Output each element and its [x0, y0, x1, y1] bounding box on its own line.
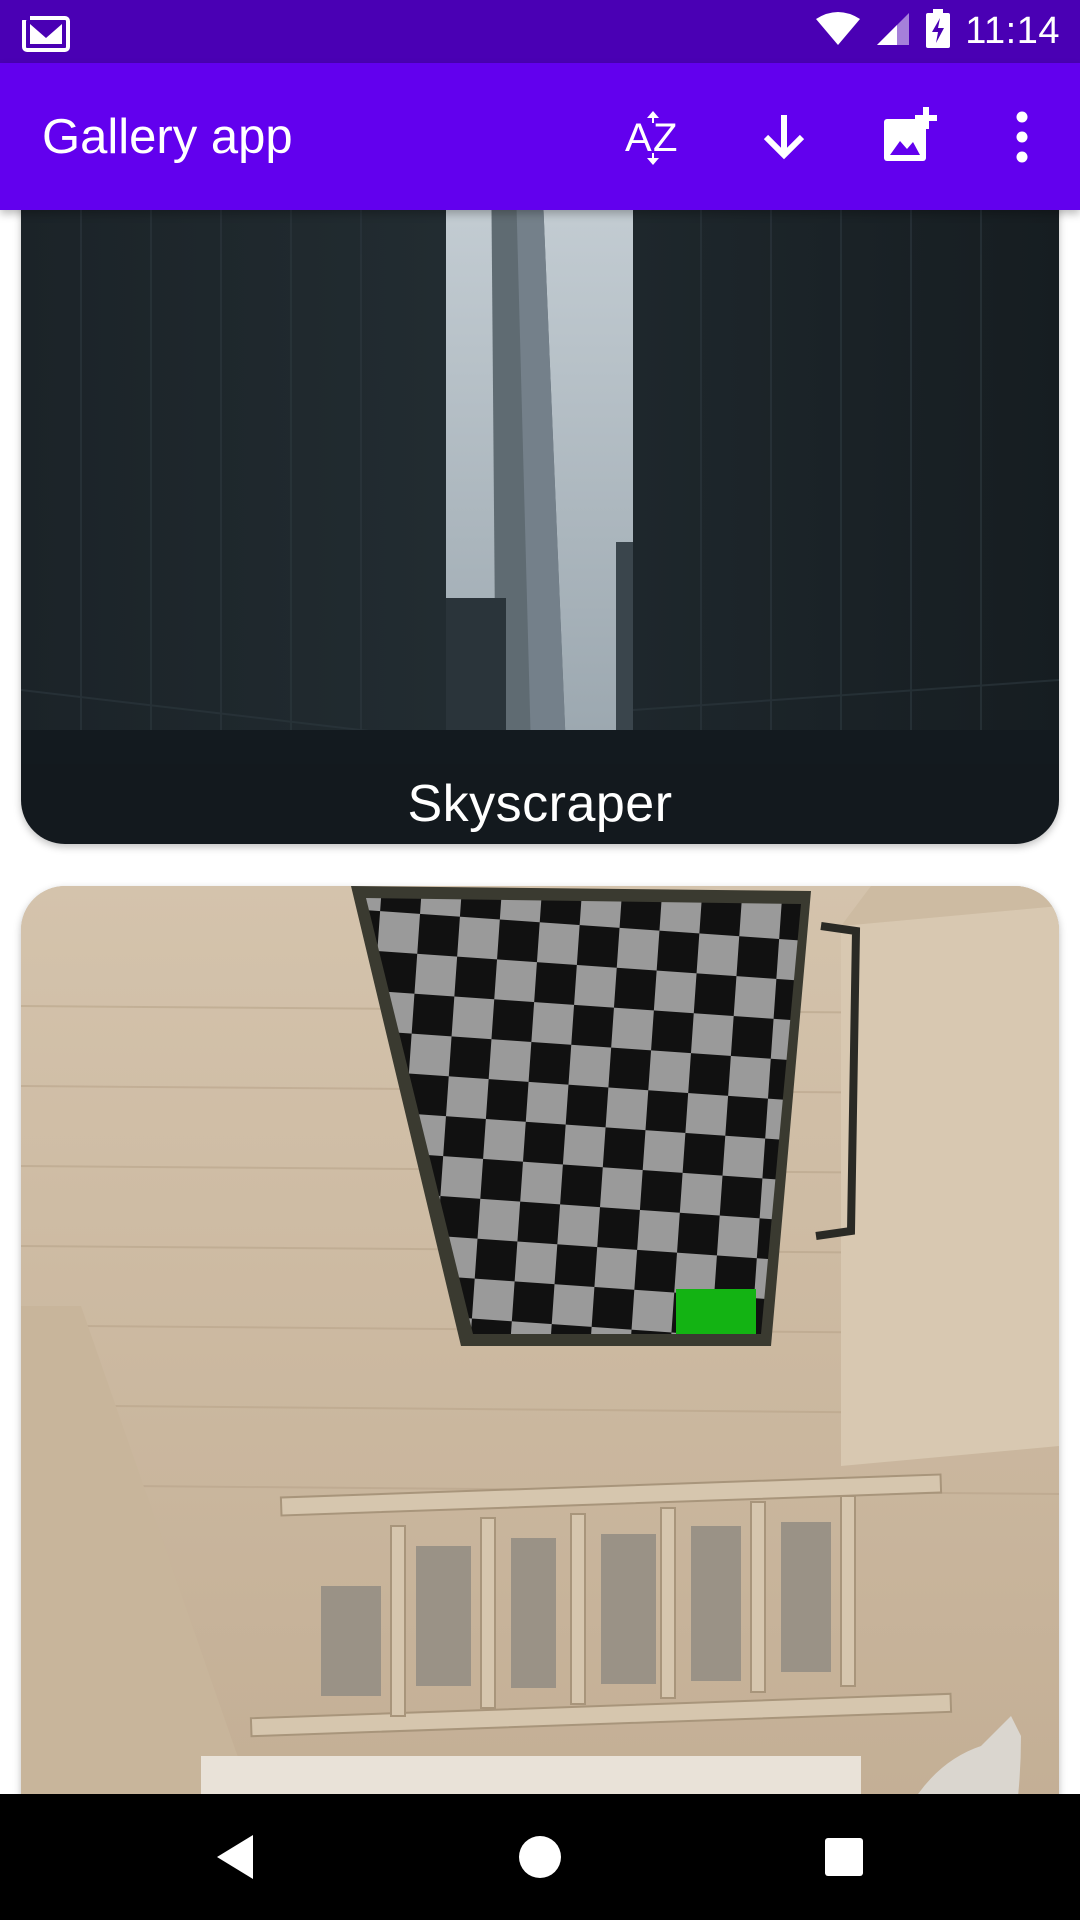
svg-text:Z: Z	[653, 116, 677, 160]
sort-az-button[interactable]: A Z	[620, 99, 696, 175]
card-caption: Skyscraper	[407, 775, 673, 833]
add-photo-icon	[884, 107, 937, 161]
recents-icon	[825, 1838, 863, 1876]
navigation-bar	[0, 1794, 1080, 1920]
download-button[interactable]	[746, 99, 822, 175]
recents-button[interactable]	[811, 1824, 877, 1890]
app-bar: Gallery app A Z	[0, 63, 1080, 210]
room-with-checkerboard-photo	[21, 886, 1059, 1794]
back-button[interactable]	[203, 1824, 269, 1890]
sort-az-icon: A Z	[625, 111, 677, 165]
add-photo-button[interactable]	[872, 99, 948, 175]
home-icon	[519, 1836, 561, 1878]
skyscraper-photo	[21, 210, 1059, 764]
wifi-icon	[815, 11, 861, 52]
gallery-card[interactable]	[21, 886, 1059, 1794]
more-options-button[interactable]	[984, 99, 1060, 175]
battery-charging-icon	[925, 9, 951, 54]
gmail-icon	[22, 12, 72, 52]
status-bar: 11:14	[0, 0, 1080, 63]
more-vert-icon	[1016, 111, 1028, 163]
gallery-list[interactable]: Skyscraper	[0, 210, 1080, 1794]
app-title: Gallery app	[42, 109, 293, 164]
gallery-card[interactable]: Skyscraper	[21, 210, 1059, 844]
svg-text:A: A	[625, 116, 652, 160]
status-time: 11:14	[965, 10, 1060, 52]
download-icon	[763, 115, 805, 160]
home-button[interactable]	[507, 1824, 573, 1890]
back-icon	[217, 1835, 253, 1879]
signal-icon	[875, 11, 911, 52]
